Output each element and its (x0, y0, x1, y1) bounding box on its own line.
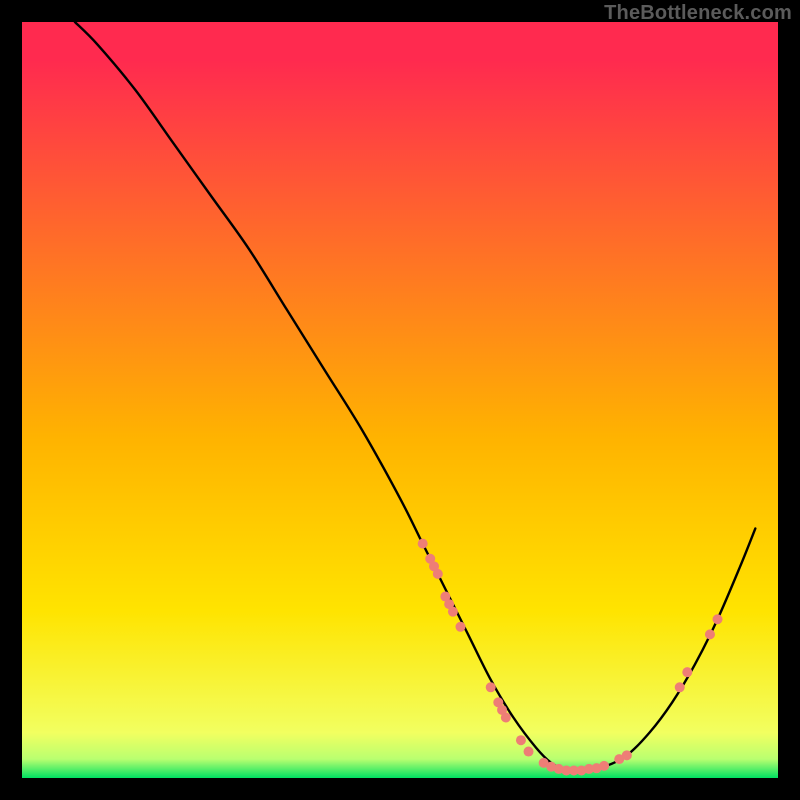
figure-frame: TheBottleneck.com (0, 0, 800, 800)
data-point (516, 735, 526, 745)
data-point (622, 750, 632, 760)
data-point (501, 713, 511, 723)
data-point (486, 682, 496, 692)
chart-svg (22, 22, 778, 778)
data-point (455, 622, 465, 632)
data-point (524, 747, 534, 757)
data-point (675, 682, 685, 692)
data-point (433, 569, 443, 579)
gradient-background (22, 22, 778, 778)
data-point (448, 607, 458, 617)
watermark: TheBottleneck.com (604, 2, 792, 25)
data-point (418, 539, 428, 549)
data-point (599, 761, 609, 771)
data-point (713, 614, 723, 624)
data-point (705, 629, 715, 639)
plot-area (22, 22, 778, 778)
data-point (682, 667, 692, 677)
